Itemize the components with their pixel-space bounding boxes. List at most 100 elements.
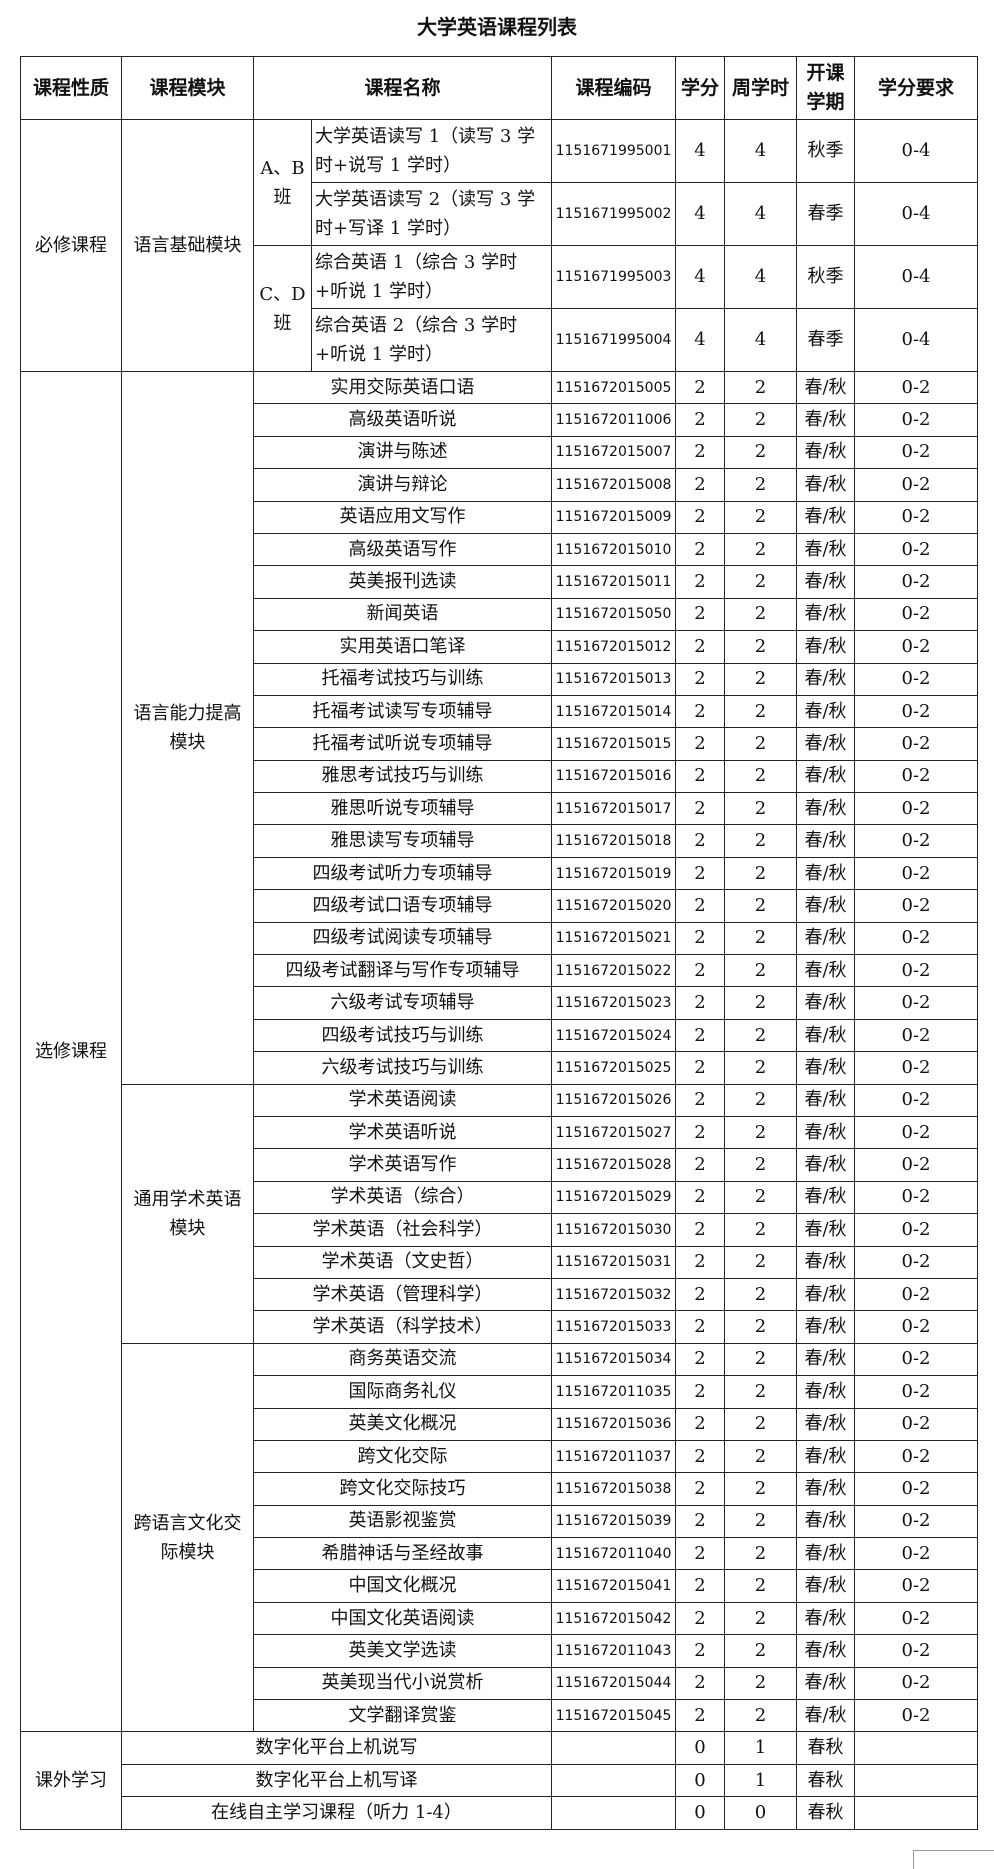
course-term: 春/秋 bbox=[796, 1666, 856, 1701]
table-row: 跨语言文化交际模块 商务英语交流 1151672015034 2 2 春/秋 0-2 bbox=[21, 1342, 979, 1733]
course-credit: 2 bbox=[675, 1666, 726, 1701]
course-credit: 2 bbox=[675, 986, 726, 1020]
course-hours: 2 bbox=[724, 370, 798, 405]
course-code: 1151672011040 bbox=[551, 1537, 677, 1571]
course-hours: 2 bbox=[724, 792, 798, 826]
course-req: 0-2 bbox=[854, 1277, 979, 1312]
course-name: 雅思听说专项辅导 bbox=[252, 792, 553, 826]
course-hours: 2 bbox=[724, 1083, 798, 1117]
course-name: 四级考试口语专项辅导 bbox=[252, 889, 553, 923]
course-credit: 0 bbox=[675, 1731, 726, 1765]
course-name: 托福考试技巧与训练 bbox=[252, 662, 553, 696]
course-name: 文学翻译赏鉴 bbox=[252, 1699, 553, 1733]
table-row: 在线自主学习课程（听力 1-4） 0 0 春秋 bbox=[21, 1796, 979, 1830]
course-term: 春/秋 bbox=[796, 1148, 856, 1182]
course-credit: 2 bbox=[675, 1407, 726, 1441]
course-table-container: 课程性质 课程模块 课程名称 课程编码 学分 周学时 开课学期 学分要求 必修课… bbox=[20, 56, 979, 1830]
course-code: 1151672015021 bbox=[551, 921, 677, 956]
course-credit: 2 bbox=[675, 889, 726, 923]
course-hours: 2 bbox=[724, 824, 798, 858]
course-req: 0-2 bbox=[854, 954, 979, 988]
course-req: 0-2 bbox=[854, 986, 979, 1020]
course-hours: 2 bbox=[724, 1569, 798, 1603]
course-hours: 4 bbox=[724, 119, 798, 183]
course-name: 学术英语听说 bbox=[252, 1115, 553, 1150]
course-term: 春秋 bbox=[796, 1796, 856, 1830]
course-term: 春/秋 bbox=[796, 824, 856, 858]
course-code: 1151672015041 bbox=[551, 1569, 677, 1603]
course-code: 1151672015024 bbox=[551, 1018, 677, 1053]
course-hours: 2 bbox=[724, 1439, 798, 1474]
course-code: 1151672015050 bbox=[551, 597, 677, 632]
course-code: 1151672015028 bbox=[551, 1148, 677, 1182]
course-req: 0-2 bbox=[854, 435, 979, 470]
course-req: 0-2 bbox=[854, 1634, 979, 1668]
course-hours: 2 bbox=[724, 630, 798, 664]
course-credit: 4 bbox=[675, 182, 726, 246]
course-term: 春/秋 bbox=[796, 921, 856, 956]
course-credit: 2 bbox=[675, 1375, 726, 1409]
course-hours: 0 bbox=[724, 1796, 798, 1830]
course-term: 春秋 bbox=[796, 1763, 856, 1798]
course-credit: 2 bbox=[675, 1148, 726, 1182]
course-code: 1151672015025 bbox=[551, 1051, 677, 1085]
course-req: 0-2 bbox=[854, 532, 979, 567]
course-code: 1151672015011 bbox=[551, 565, 677, 599]
table-body: 必修课程 语言基础模块 A、B班 大学英语读写 1（读写 3 学时+说写 1 学时） 1… bbox=[20, 119, 979, 1830]
table-row: 通用学术英语模块 学术英语阅读 1151672015026 2 2 春/秋 0-2 bbox=[21, 1083, 979, 1344]
course-name: 数字化平台上机写译 bbox=[120, 1763, 553, 1798]
course-req: 0-2 bbox=[854, 630, 979, 664]
course-code: 1151672011043 bbox=[551, 1634, 677, 1668]
course-hours: 2 bbox=[724, 1375, 798, 1409]
course-term: 春/秋 bbox=[796, 1310, 856, 1344]
course-req: 0-2 bbox=[854, 468, 979, 502]
course-hours: 2 bbox=[724, 1148, 798, 1182]
course-name: 大学英语读写 1（读写 3 学时+说写 1 学时） bbox=[310, 119, 553, 183]
course-hours: 2 bbox=[724, 1472, 798, 1506]
header-code: 课程编码 bbox=[551, 56, 677, 120]
course-code: 1151672015038 bbox=[551, 1472, 677, 1506]
course-credit: 2 bbox=[675, 921, 726, 956]
course-code bbox=[551, 1731, 677, 1765]
course-term: 春季 bbox=[796, 182, 856, 246]
course-code: 1151671995001 bbox=[551, 119, 677, 183]
course-name: 学术英语（社会科学） bbox=[252, 1213, 553, 1247]
course-term: 春秋 bbox=[796, 1731, 856, 1765]
course-req: 0-2 bbox=[854, 1148, 979, 1182]
course-name: 四级考试听力专项辅导 bbox=[252, 856, 553, 891]
course-term: 春/秋 bbox=[796, 532, 856, 567]
header-credit: 学分 bbox=[675, 56, 726, 120]
course-code: 1151672015010 bbox=[551, 532, 677, 567]
course-req: 0-2 bbox=[854, 1310, 979, 1344]
course-credit: 0 bbox=[675, 1796, 726, 1830]
course-name: 英美文化概况 bbox=[252, 1407, 553, 1441]
course-req: 0-4 bbox=[854, 308, 979, 372]
course-term: 春/秋 bbox=[796, 500, 856, 534]
course-req: 0-2 bbox=[854, 1601, 979, 1636]
course-term: 春/秋 bbox=[796, 1699, 856, 1733]
course-term: 春/秋 bbox=[796, 662, 856, 696]
course-code: 1151672015016 bbox=[551, 759, 677, 794]
course-module: 语言基础模块 bbox=[121, 119, 254, 372]
course-code: 1151672015014 bbox=[551, 694, 677, 729]
course-term: 春/秋 bbox=[796, 1634, 856, 1668]
course-code: 1151672015012 bbox=[551, 630, 677, 664]
course-name: 综合英语 1（综合 3 学时+听说 1 学时） bbox=[310, 245, 553, 309]
course-term: 秋季 bbox=[796, 119, 856, 183]
course-term: 春/秋 bbox=[796, 759, 856, 794]
course-credit: 2 bbox=[675, 727, 726, 761]
course-req: 0-2 bbox=[854, 1472, 979, 1506]
course-hours: 2 bbox=[724, 435, 798, 470]
course-code: 1151672015017 bbox=[551, 792, 677, 826]
course-code: 1151672015022 bbox=[551, 954, 677, 988]
course-hours: 2 bbox=[724, 1051, 798, 1085]
course-req: 0-2 bbox=[854, 1213, 979, 1247]
course-hours: 2 bbox=[724, 1342, 798, 1377]
course-code: 1151672011037 bbox=[551, 1439, 677, 1474]
course-code: 1151672015042 bbox=[551, 1601, 677, 1636]
course-code: 1151672015026 bbox=[551, 1083, 677, 1117]
course-hours: 2 bbox=[724, 1115, 798, 1150]
course-name: 跨文化交际技巧 bbox=[252, 1472, 553, 1506]
course-credit: 2 bbox=[675, 630, 726, 664]
course-term: 春/秋 bbox=[796, 1018, 856, 1053]
